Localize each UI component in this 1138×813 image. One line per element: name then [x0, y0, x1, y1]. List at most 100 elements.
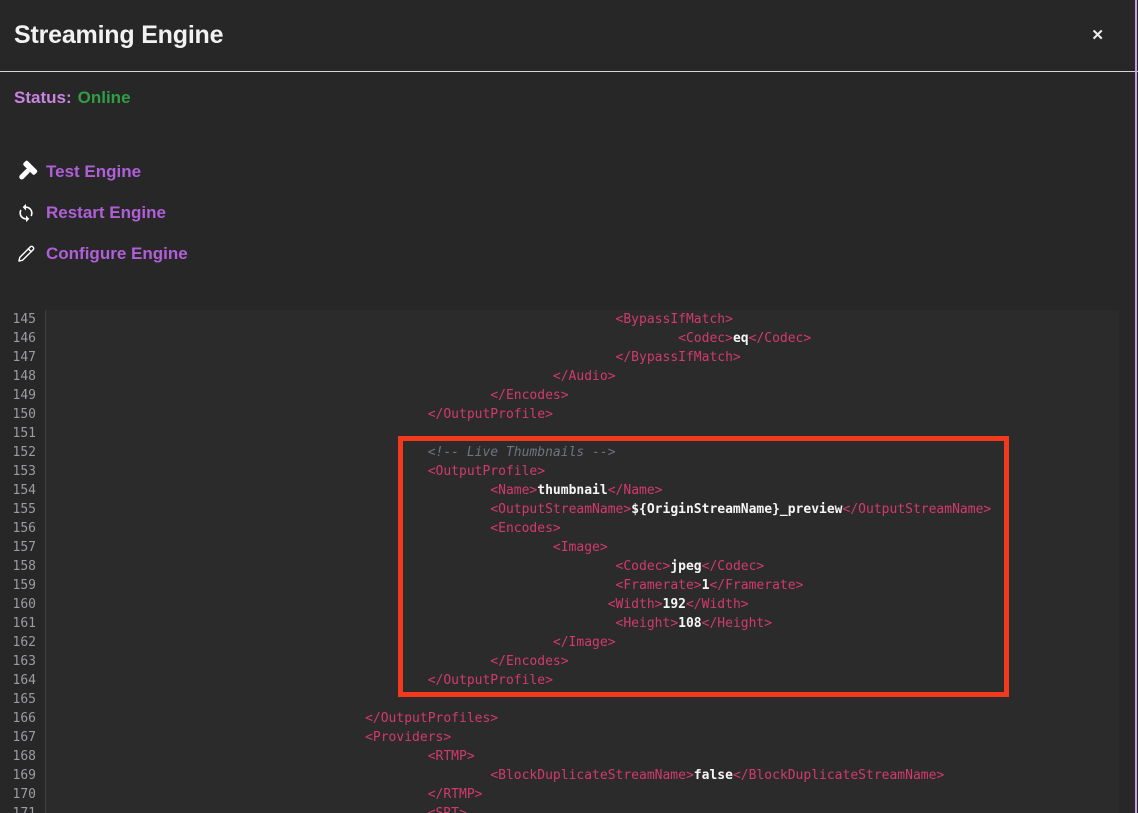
configure-engine-button[interactable]: Configure Engine — [14, 242, 188, 266]
line-number: 164 — [0, 671, 46, 690]
code-text: <Image> — [46, 538, 1119, 557]
right-edge-accent — [1135, 0, 1137, 813]
code-line: 146 <Codec>eq</Codec> — [0, 329, 1119, 348]
code-text: </OutputProfile> — [46, 671, 1119, 690]
code-text: </Encodes> — [46, 652, 1119, 671]
code-text: <RTMP> — [46, 747, 1119, 766]
code-line: 166 </OutputProfiles> — [0, 709, 1119, 728]
line-number: 157 — [0, 538, 46, 557]
code-line: 147 </BypassIfMatch> — [0, 348, 1119, 367]
line-number: 145 — [0, 310, 46, 329]
code-line: 171 <SRT> — [0, 804, 1119, 813]
line-number: 160 — [0, 595, 46, 614]
line-number: 167 — [0, 728, 46, 747]
code-line: 160 <Width>192</Width> — [0, 595, 1119, 614]
code-text: </Audio> — [46, 367, 1119, 386]
line-number: 165 — [0, 690, 46, 709]
code-line: 149 </Encodes> — [0, 386, 1119, 405]
code-text: </OutputProfiles> — [46, 709, 1119, 728]
code-line: 150 </OutputProfile> — [0, 405, 1119, 424]
test-engine-button[interactable]: Test Engine — [14, 160, 188, 184]
restart-icon — [14, 203, 38, 223]
line-number: 151 — [0, 424, 46, 443]
line-number: 150 — [0, 405, 46, 424]
line-number: 153 — [0, 462, 46, 481]
code-text: <OutputStreamName>${OriginStreamName}_pr… — [46, 500, 1119, 519]
code-line: 156 <Encodes> — [0, 519, 1119, 538]
code-line: 154 <Name>thumbnail</Name> — [0, 481, 1119, 500]
modal-header: Streaming Engine ✕ — [0, 0, 1138, 72]
code-text: <BlockDuplicateStreamName>false</BlockDu… — [46, 766, 1119, 785]
code-line: 145 <BypassIfMatch> — [0, 310, 1119, 329]
code-text: <Height>108</Height> — [46, 614, 1119, 633]
line-number: 155 — [0, 500, 46, 519]
code-text: <Codec>jpeg</Codec> — [46, 557, 1119, 576]
hammer-icon — [14, 161, 38, 183]
line-number: 163 — [0, 652, 46, 671]
status-badge: Online — [78, 88, 131, 107]
line-number: 168 — [0, 747, 46, 766]
close-button[interactable]: ✕ — [1087, 24, 1108, 47]
code-line: 164 </OutputProfile> — [0, 671, 1119, 690]
code-text: <Codec>eq</Codec> — [46, 329, 1119, 348]
code-text: </Encodes> — [46, 386, 1119, 405]
pencil-icon — [14, 244, 38, 264]
code-line: 148 </Audio> — [0, 367, 1119, 386]
line-number: 166 — [0, 709, 46, 728]
action-label: Configure Engine — [46, 244, 188, 264]
code-line: 152 <!-- Live Thumbnails --> — [0, 443, 1119, 462]
code-text: </OutputProfile> — [46, 405, 1119, 424]
code-line: 161 <Height>108</Height> — [0, 614, 1119, 633]
code-text: <Providers> — [46, 728, 1119, 747]
line-number: 169 — [0, 766, 46, 785]
code-line: 165 — [0, 690, 1119, 709]
code-text: <OutputProfile> — [46, 462, 1119, 481]
code-lines: 145 <BypassIfMatch>146 <Codec>eq</Codec>… — [0, 310, 1119, 813]
page-title: Streaming Engine — [14, 21, 223, 50]
code-text: <Framerate>1</Framerate> — [46, 576, 1119, 595]
code-line: 162 </Image> — [0, 633, 1119, 652]
code-text: </BypassIfMatch> — [46, 348, 1119, 367]
code-line: 159 <Framerate>1</Framerate> — [0, 576, 1119, 595]
code-line: 167 <Providers> — [0, 728, 1119, 747]
line-number: 171 — [0, 804, 46, 813]
code-viewer[interactable]: 145 <BypassIfMatch>146 <Codec>eq</Codec>… — [0, 310, 1119, 813]
restart-engine-button[interactable]: Restart Engine — [14, 201, 188, 225]
streaming-engine-modal: Streaming Engine ✕ Status: Online Test En… — [0, 0, 1138, 813]
code-text: <Name>thumbnail</Name> — [46, 481, 1119, 500]
code-text: <BypassIfMatch> — [46, 310, 1119, 329]
code-line: 163 </Encodes> — [0, 652, 1119, 671]
code-line: 155 <OutputStreamName>${OriginStreamName… — [0, 500, 1119, 519]
line-number: 148 — [0, 367, 46, 386]
code-line: 170 </RTMP> — [0, 785, 1119, 804]
line-number: 156 — [0, 519, 46, 538]
code-text: <Width>192</Width> — [46, 595, 1119, 614]
code-text: <Encodes> — [46, 519, 1119, 538]
line-number: 159 — [0, 576, 46, 595]
code-line: 153 <OutputProfile> — [0, 462, 1119, 481]
action-label: Restart Engine — [46, 203, 166, 223]
code-text: <SRT> — [46, 804, 1119, 813]
code-text: </Image> — [46, 633, 1119, 652]
code-text: </RTMP> — [46, 785, 1119, 804]
code-text: <!-- Live Thumbnails --> — [46, 443, 1119, 462]
line-number: 154 — [0, 481, 46, 500]
code-line: 168 <RTMP> — [0, 747, 1119, 766]
line-number: 158 — [0, 557, 46, 576]
status-label: Status: — [14, 88, 72, 107]
code-text — [46, 424, 1119, 443]
line-number: 147 — [0, 348, 46, 367]
line-number: 162 — [0, 633, 46, 652]
code-text — [46, 690, 1119, 709]
code-line: 158 <Codec>jpeg</Codec> — [0, 557, 1119, 576]
line-number: 149 — [0, 386, 46, 405]
line-number: 146 — [0, 329, 46, 348]
code-line: 151 — [0, 424, 1119, 443]
line-number: 161 — [0, 614, 46, 633]
engine-actions: Test Engine Restart Engine Configure Eng… — [14, 160, 188, 283]
code-line: 169 <BlockDuplicateStreamName>false</Blo… — [0, 766, 1119, 785]
line-number: 170 — [0, 785, 46, 804]
action-label: Test Engine — [46, 162, 141, 182]
line-number: 152 — [0, 443, 46, 462]
code-line: 157 <Image> — [0, 538, 1119, 557]
